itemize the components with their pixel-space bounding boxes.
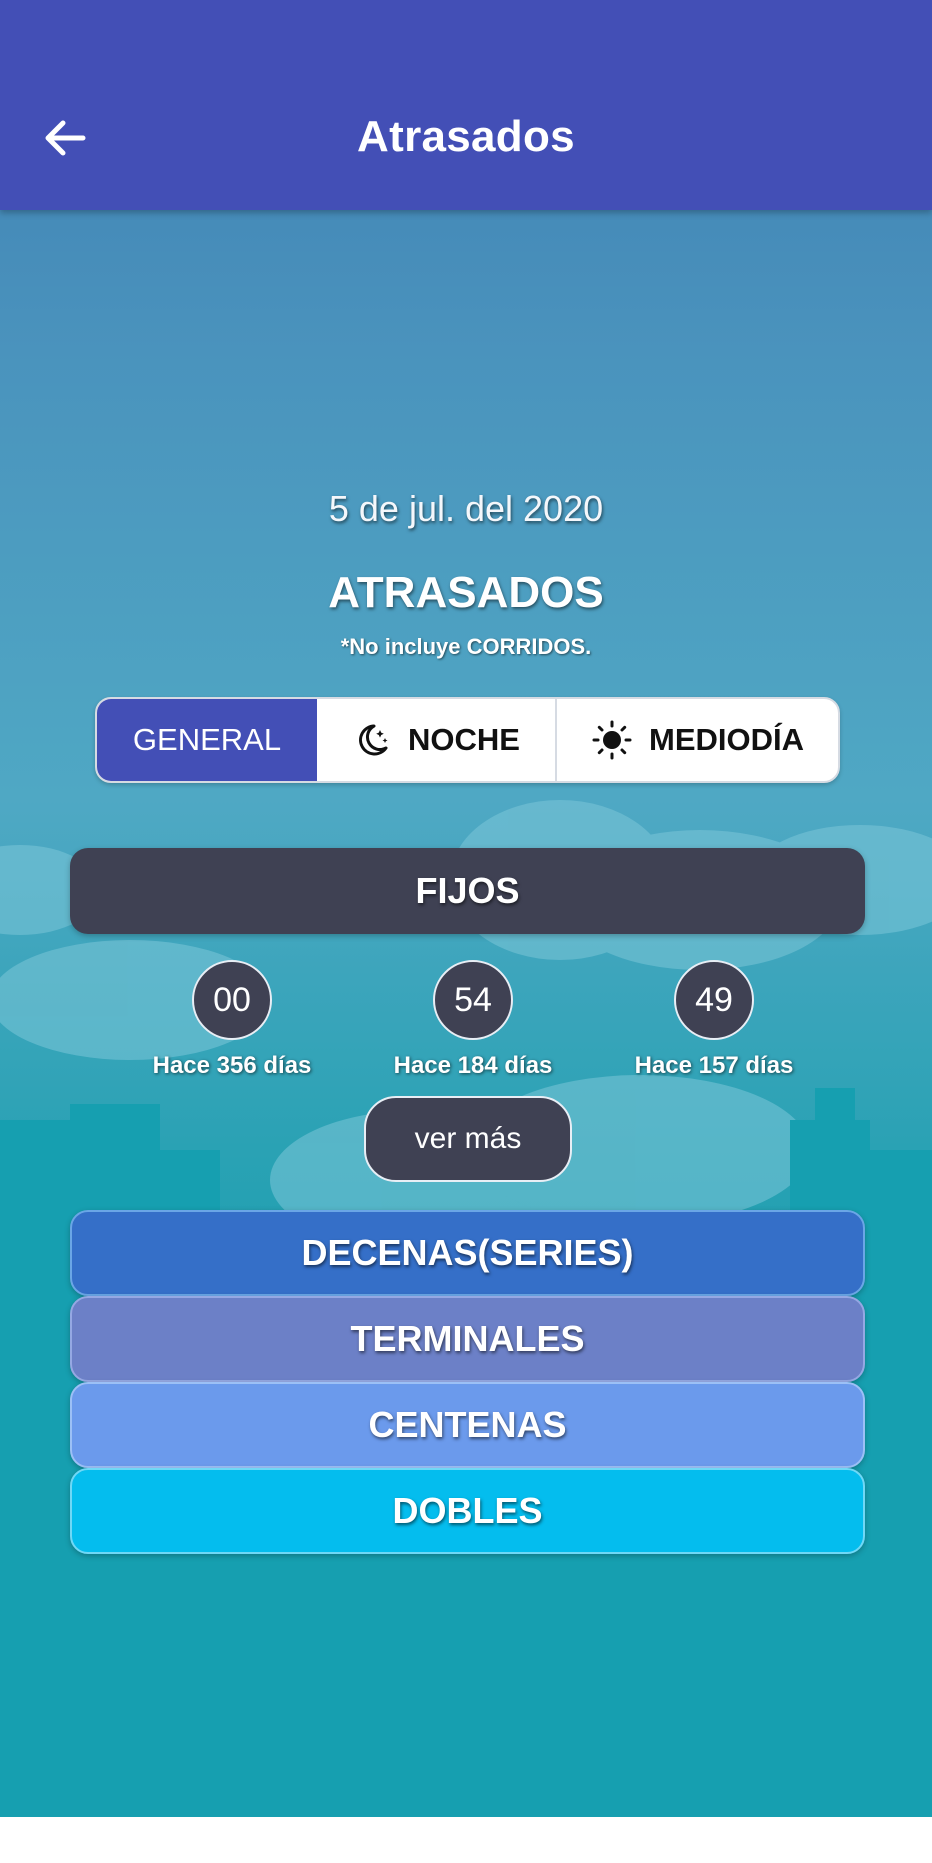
section-decenas-button[interactable]: DECENAS(SERIES) bbox=[70, 1210, 865, 1296]
fijos-header[interactable]: FIJOS bbox=[70, 848, 865, 934]
draw-time-segmented-control: GENERAL NOCHE MEDIODÍA bbox=[95, 697, 840, 783]
disclaimer-note: *No incluye CORRIDOS. bbox=[340, 634, 592, 659]
app-bar-title: Atrasados bbox=[357, 112, 575, 161]
sun-icon bbox=[592, 720, 632, 760]
section-centenas-button[interactable]: CENTENAS bbox=[70, 1382, 865, 1468]
number-badge: 54 bbox=[433, 960, 513, 1040]
segment-mediodia-label: MEDIODÍA bbox=[649, 722, 804, 757]
date-label: 5 de jul. del 2020 bbox=[328, 488, 604, 529]
days-ago-label: Hace 157 días bbox=[634, 1052, 794, 1079]
segment-mediodia[interactable]: MEDIODÍA bbox=[557, 699, 838, 781]
bottom-system-bar bbox=[0, 1817, 932, 1863]
segment-general-label: GENERAL bbox=[132, 722, 282, 757]
overdue-number-item: 49 Hace 157 días bbox=[594, 960, 834, 1080]
page-heading: ATRASADOS bbox=[328, 568, 604, 617]
section-dobles-button[interactable]: DOBLES bbox=[70, 1468, 865, 1554]
section-terminales-button[interactable]: TERMINALES bbox=[70, 1296, 865, 1382]
see-more-button[interactable]: ver más bbox=[364, 1096, 572, 1182]
segment-noche-label: NOCHE bbox=[408, 722, 520, 757]
overdue-number-item: 00 Hace 356 días bbox=[112, 960, 352, 1080]
moon-stars-icon bbox=[359, 724, 388, 756]
segment-general[interactable]: GENERAL bbox=[97, 699, 317, 781]
segment-noche[interactable]: NOCHE bbox=[317, 699, 557, 781]
app-screen: Atrasados 5 de jul. del 2020 ATRASADOS *… bbox=[0, 0, 932, 1817]
days-ago-label: Hace 184 días bbox=[393, 1052, 553, 1079]
days-ago-label: Hace 356 días bbox=[152, 1052, 312, 1079]
app-bar: Atrasados bbox=[0, 0, 932, 210]
overdue-number-item: 54 Hace 184 días bbox=[353, 960, 593, 1080]
number-badge: 49 bbox=[674, 960, 754, 1040]
number-badge: 00 bbox=[192, 960, 272, 1040]
